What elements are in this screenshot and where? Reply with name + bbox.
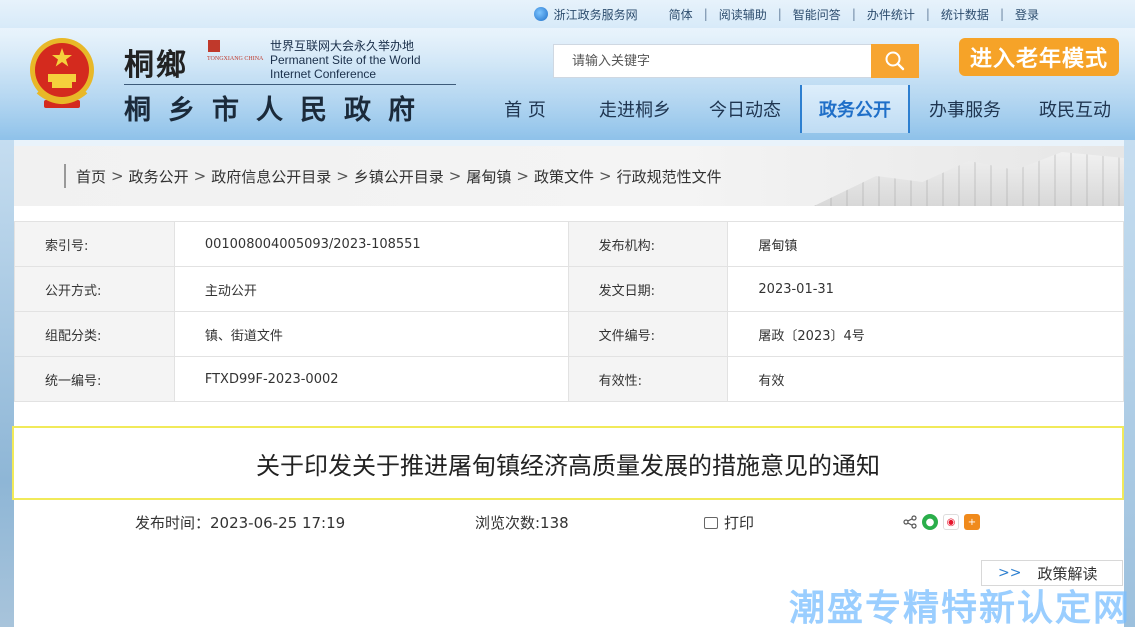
- validity-value: 有效: [727, 356, 1124, 402]
- architecture-decoration: [814, 152, 1124, 206]
- wic-slogan-en-1: Permanent Site of the World: [270, 53, 421, 67]
- red-seal-icon: [208, 40, 220, 52]
- zhejiang-gov-label: 浙江政务服务网: [553, 7, 638, 22]
- site-name[interactable]: 桐乡市人民政府: [124, 88, 432, 127]
- nav-tab-services[interactable]: 办事服务: [910, 85, 1020, 133]
- wechat-share-icon[interactable]: ●: [922, 514, 938, 530]
- breadcrumb-home[interactable]: 首页: [76, 166, 106, 187]
- content-panel: 首页 > 政务公开 > 政府信息公开目录 > 乡镇公开目录 > 屠甸镇 > 政策…: [12, 146, 1124, 627]
- site-search: [553, 44, 919, 78]
- breadcrumb-normative-docs[interactable]: 行政规范性文件: [617, 166, 722, 187]
- wic-slogan-en-2: Internet Conference: [270, 67, 377, 81]
- unified-number-value: FTXD99F-2023-0002: [173, 356, 569, 402]
- share-icon[interactable]: [903, 515, 917, 529]
- nav-tab-gov-disclosure[interactable]: 政务公开: [800, 85, 910, 133]
- publisher-label: 发布机构:: [567, 221, 729, 267]
- wic-slogan-cn: 世界互联网大会永久举办地: [270, 39, 415, 53]
- validity-label: 有效性:: [567, 356, 729, 402]
- document-info-table: 索引号: 001008004005093/2023-108551 发布机构: 屠…: [14, 221, 1124, 402]
- publish-time: 发布时间：2023-06-25 17:19: [135, 514, 346, 532]
- document-title: 关于印发关于推进屠甸镇经济高质量发展的措施意见的通知: [12, 426, 1124, 500]
- globe-icon: [533, 7, 548, 21]
- nav-tab-home[interactable]: 首 页: [470, 85, 580, 133]
- document-meta-bar: 发布时间：2023-06-25 17:19 浏览次数:138 打印 ● ◉ +: [14, 512, 1124, 536]
- breadcrumb-gov-disclosure[interactable]: 政务公开: [129, 166, 189, 187]
- reading-aid-link[interactable]: 阅读辅助: [708, 6, 778, 23]
- printer-icon: [704, 517, 718, 529]
- search-button[interactable]: [871, 44, 919, 78]
- top-utility-bar: 浙江政务服务网 简体 | 阅读辅助 | 智能问答 | 办件统计 | 统计数据 |…: [533, 4, 1050, 24]
- divider: [124, 84, 456, 85]
- search-icon: [885, 51, 905, 71]
- nav-tab-interaction[interactable]: 政民互动: [1020, 85, 1130, 133]
- breadcrumb-policy-docs[interactable]: 政策文件: [534, 166, 594, 187]
- disclosure-method-label: 公开方式:: [14, 266, 175, 312]
- tongxiang-calligraphy-logo: 桐鄉: [124, 48, 188, 83]
- disclosure-method-value: 主动公开: [173, 266, 569, 312]
- issue-date-value: 2023-01-31: [727, 266, 1124, 312]
- table-row: 索引号: 001008004005093/2023-108551 发布机构: 屠…: [14, 221, 1124, 267]
- breadcrumb-separator: >: [193, 167, 207, 185]
- breadcrumb: 首页 > 政务公开 > 政府信息公开目录 > 乡镇公开目录 > 屠甸镇 > 政策…: [64, 164, 722, 188]
- zhejiang-gov-link[interactable]: 浙江政务服务网: [533, 6, 658, 23]
- more-share-icon[interactable]: +: [964, 514, 980, 530]
- watermark: 潮盛专精特新认定网: [788, 588, 1131, 627]
- table-row: 组配分类: 镇、街道文件 文件编号: 屠政〔2023〕4号: [14, 311, 1124, 357]
- breadcrumb-separator: >: [516, 167, 529, 185]
- site-header: 浙江政务服务网 简体 | 阅读辅助 | 智能问答 | 办件统计 | 统计数据 |…: [0, 0, 1135, 140]
- elder-mode-button[interactable]: 进入老年模式: [959, 38, 1119, 76]
- breadcrumb-separator: >: [111, 167, 124, 185]
- smart-qa-link[interactable]: 智能问答: [782, 6, 852, 23]
- national-emblem-icon[interactable]: [26, 36, 98, 114]
- print-label: 打印: [724, 514, 755, 532]
- wic-slogan: 世界互联网大会永久举办地 Permanent Site of the World…: [270, 39, 421, 81]
- document-number-label: 文件编号:: [567, 311, 729, 357]
- view-count: 浏览次数:138: [475, 514, 569, 532]
- background-strip-left: [0, 140, 14, 627]
- search-input[interactable]: [553, 44, 871, 78]
- document-number-value: 屠政〔2023〕4号: [727, 311, 1124, 357]
- breadcrumb-bar: 首页 > 政务公开 > 政府信息公开目录 > 乡镇公开目录 > 屠甸镇 > 政策…: [14, 146, 1124, 206]
- breadcrumb-separator: >: [448, 167, 462, 185]
- background-strip-right: [1124, 140, 1135, 627]
- index-number-value: 001008004005093/2023-108551: [173, 221, 569, 267]
- breadcrumb-tudian-town[interactable]: 屠甸镇: [466, 166, 511, 187]
- nav-tab-news[interactable]: 今日动态: [690, 85, 800, 133]
- issue-date-label: 发文日期:: [567, 266, 729, 312]
- breadcrumb-info-catalog[interactable]: 政府信息公开目录: [211, 166, 331, 187]
- case-statistics-link[interactable]: 办件统计: [856, 6, 926, 23]
- share-bar: ● ◉ +: [903, 514, 980, 530]
- weibo-share-icon[interactable]: ◉: [943, 514, 959, 530]
- publisher-value: 屠甸镇: [727, 221, 1124, 267]
- seal-caption: TONGXIANG CHINA: [207, 56, 264, 62]
- table-row: 统一编号: FTXD99F-2023-0002 有效性: 有效: [14, 356, 1124, 402]
- statistics-data-link[interactable]: 统计数据: [930, 6, 1000, 23]
- nav-tab-about-tongxiang[interactable]: 走进桐乡: [580, 85, 690, 133]
- table-row: 公开方式: 主动公开 发文日期: 2023-01-31: [14, 266, 1124, 312]
- print-button[interactable]: 打印: [704, 512, 754, 533]
- index-number-label: 索引号:: [14, 221, 175, 267]
- breadcrumb-separator: >: [598, 167, 612, 185]
- category-label: 组配分类:: [14, 311, 175, 357]
- breadcrumb-town-catalog[interactable]: 乡镇公开目录: [354, 166, 444, 187]
- breadcrumb-separator: >: [336, 167, 349, 185]
- simplified-chinese-link[interactable]: 简体: [658, 6, 704, 23]
- unified-number-label: 统一编号:: [14, 356, 175, 402]
- category-value: 镇、街道文件: [173, 311, 569, 357]
- login-link[interactable]: 登录: [1004, 6, 1050, 23]
- main-nav: 首 页 走进桐乡 今日动态 政务公开 办事服务 政民互动: [470, 85, 1130, 133]
